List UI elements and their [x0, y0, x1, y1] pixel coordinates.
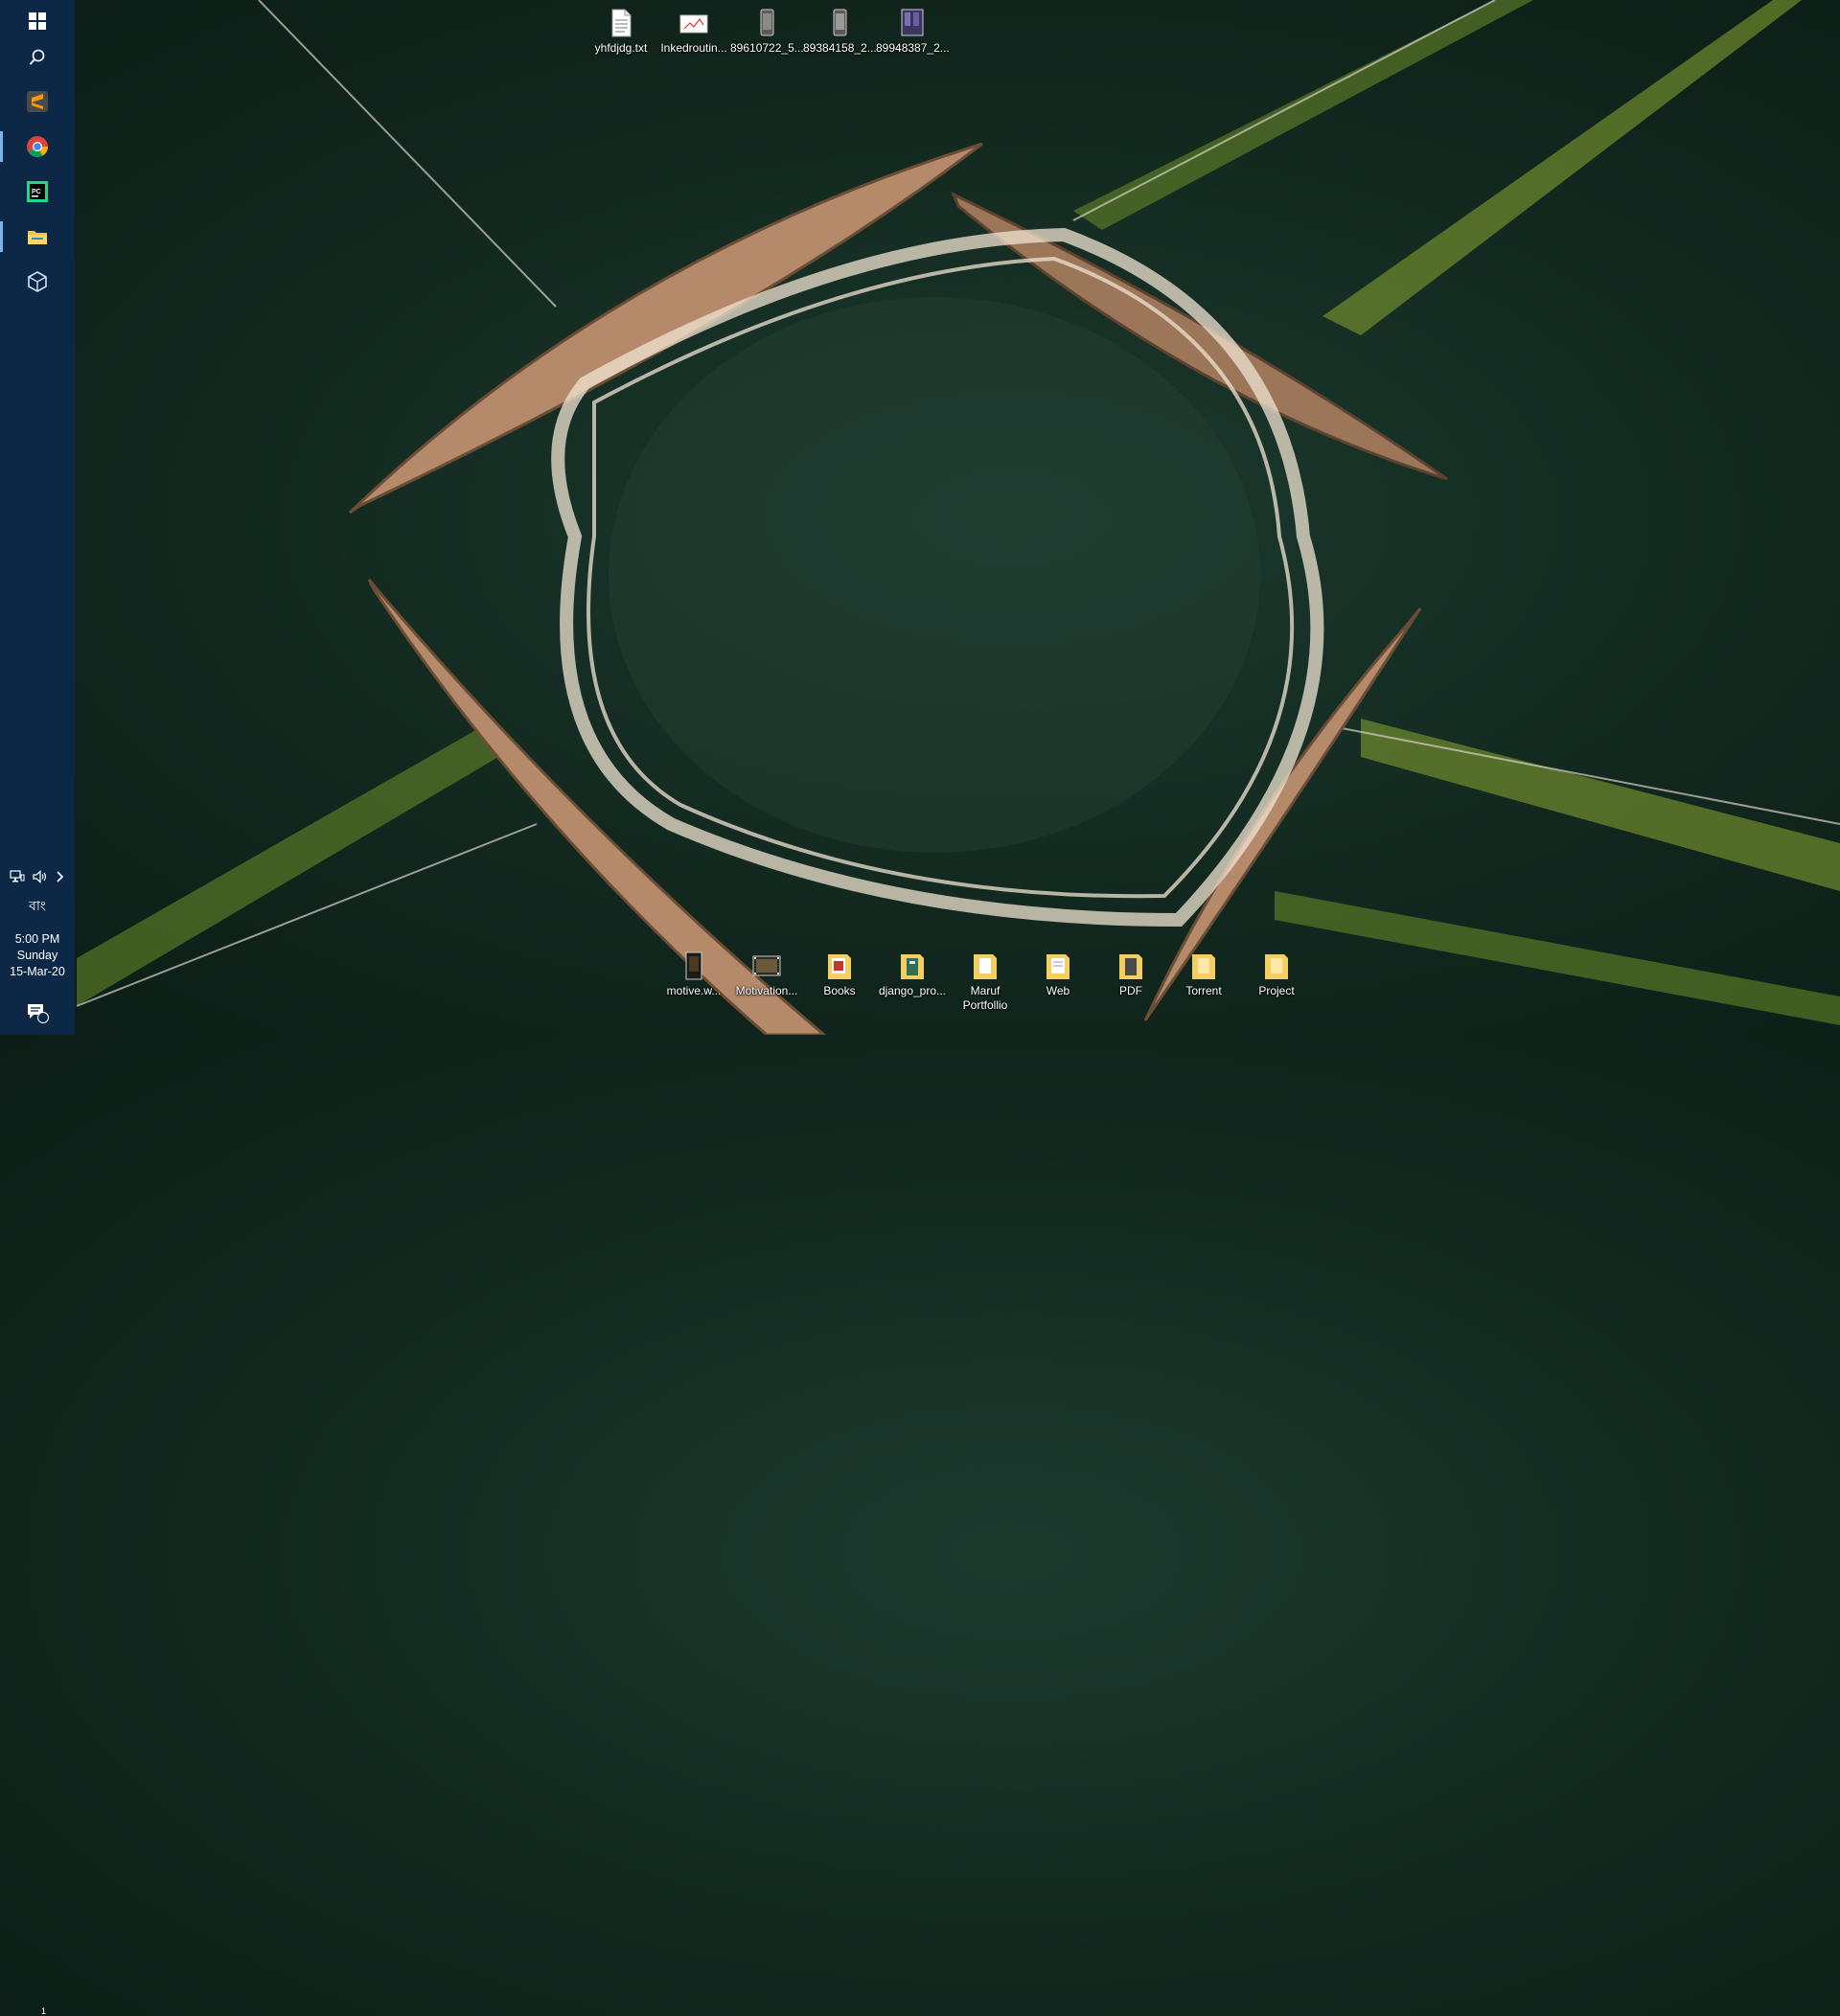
clock-date: 15-Mar-20 — [10, 965, 65, 978]
phone-image-icon — [760, 9, 774, 36]
notification-icon — [28, 1004, 49, 1023]
file-explorer-icon — [28, 231, 47, 244]
folder-icon — [828, 954, 851, 979]
photo-image-icon — [901, 9, 924, 36]
desktop-icon-label: 89384158_2... — [803, 41, 877, 55]
clock[interactable]: 5:00 PM Sunday 15-Mar-20 — [0, 931, 75, 980]
desktop-icon-89948387[interactable]: 89948387_2... — [876, 8, 950, 56]
desktop-icon-books[interactable]: Books — [803, 951, 876, 998]
video-file-icon — [685, 951, 702, 980]
desktop-icon-label: PDF — [1119, 984, 1142, 997]
folder-icon — [1192, 954, 1215, 979]
fishing-boats-wallpaper-image — [76, 0, 1840, 1035]
taskbar-file-explorer[interactable] — [0, 216, 75, 258]
search-icon — [29, 49, 45, 65]
language-indicator[interactable]: বাং — [0, 895, 75, 918]
desktop-icon-inkedroutine[interactable]: Inkedroutin... — [657, 8, 730, 56]
clock-time: 5:00 PM — [14, 932, 60, 946]
action-center-button[interactable]: 1 — [0, 997, 75, 2016]
desktop-icon-label: Torrent — [1185, 984, 1222, 997]
svg-text:PC: PC — [32, 189, 41, 195]
taskbar-chrome[interactable] — [0, 126, 75, 168]
taskbar-pycharm[interactable]: PC — [0, 171, 75, 213]
desktop-icon-label: Maruf Portfollio — [962, 984, 1008, 1012]
start-windows-icon — [29, 12, 46, 30]
folder-icon — [974, 954, 997, 979]
desktop-icon-torrent[interactable]: Torrent — [1167, 951, 1240, 998]
folder-icon — [1265, 954, 1288, 979]
desktop-icon-label: Project — [1258, 984, 1295, 997]
network-icon[interactable] — [10, 870, 25, 883]
folder-icon — [1046, 954, 1070, 979]
taskbar-sublime-text[interactable] — [0, 80, 75, 123]
sublime-text-icon — [27, 91, 48, 112]
desktop-icon-pdf[interactable]: PDF — [1094, 951, 1167, 998]
desktop-icon-yhfdjdg[interactable]: yhfdjdg.txt — [585, 8, 657, 56]
pycharm-icon: PC — [27, 181, 48, 202]
desktop-icon-web[interactable]: Web — [1022, 951, 1094, 998]
desktop-icon-label: Web — [1046, 984, 1070, 997]
taskbar-virtualbox[interactable] — [0, 261, 75, 303]
desktop-icon-motivation[interactable]: Motivation... — [730, 951, 803, 998]
desktop-wallpaper — [75, 0, 1840, 1035]
desktop-icon-89610722[interactable]: 89610722_5... — [730, 8, 804, 56]
notification-count: 1 — [41, 2006, 47, 2016]
desktop-icon-django-pro[interactable]: django_pro... — [876, 951, 949, 998]
video-file-icon — [752, 955, 781, 976]
system-tray — [0, 862, 75, 891]
desktop-icon-label: django_pro... — [878, 984, 947, 997]
taskbar: PC বাং 5:00 PM Sunday 15-Mar-20 1 — [0, 0, 75, 2016]
phone-image-icon — [833, 9, 847, 36]
desktop-icon-motive[interactable]: motive.w... — [657, 951, 730, 998]
image-file-icon — [679, 14, 708, 34]
desktop-icon-maruf-portfollio[interactable]: Maruf Portfollio — [949, 951, 1022, 1013]
desktop-icon-label: 89610722_5... — [730, 41, 804, 55]
desktop-icon-label: motive.w... — [666, 984, 722, 997]
desktop-icon-label: Motivation... — [735, 984, 798, 997]
folder-icon — [1119, 954, 1142, 979]
folder-icon — [901, 954, 924, 979]
search-button[interactable] — [0, 36, 75, 79]
desktop-icon-89384158[interactable]: 89384158_2... — [803, 8, 877, 56]
clock-day: Sunday — [16, 949, 58, 962]
desktop-icon-label: yhfdjdg.txt — [594, 41, 648, 55]
desktop-icon-label: Inkedroutin... — [660, 41, 727, 55]
desktop-icon-label: 89948387_2... — [876, 41, 950, 55]
text-file-icon — [611, 9, 632, 37]
chrome-icon — [27, 136, 48, 157]
virtualbox-icon — [28, 271, 47, 292]
desktop-icon-project[interactable]: Project — [1240, 951, 1313, 998]
chevron-right-icon[interactable] — [56, 870, 65, 883]
volume-icon[interactable] — [33, 870, 48, 883]
desktop-icon-label: Books — [823, 984, 856, 997]
